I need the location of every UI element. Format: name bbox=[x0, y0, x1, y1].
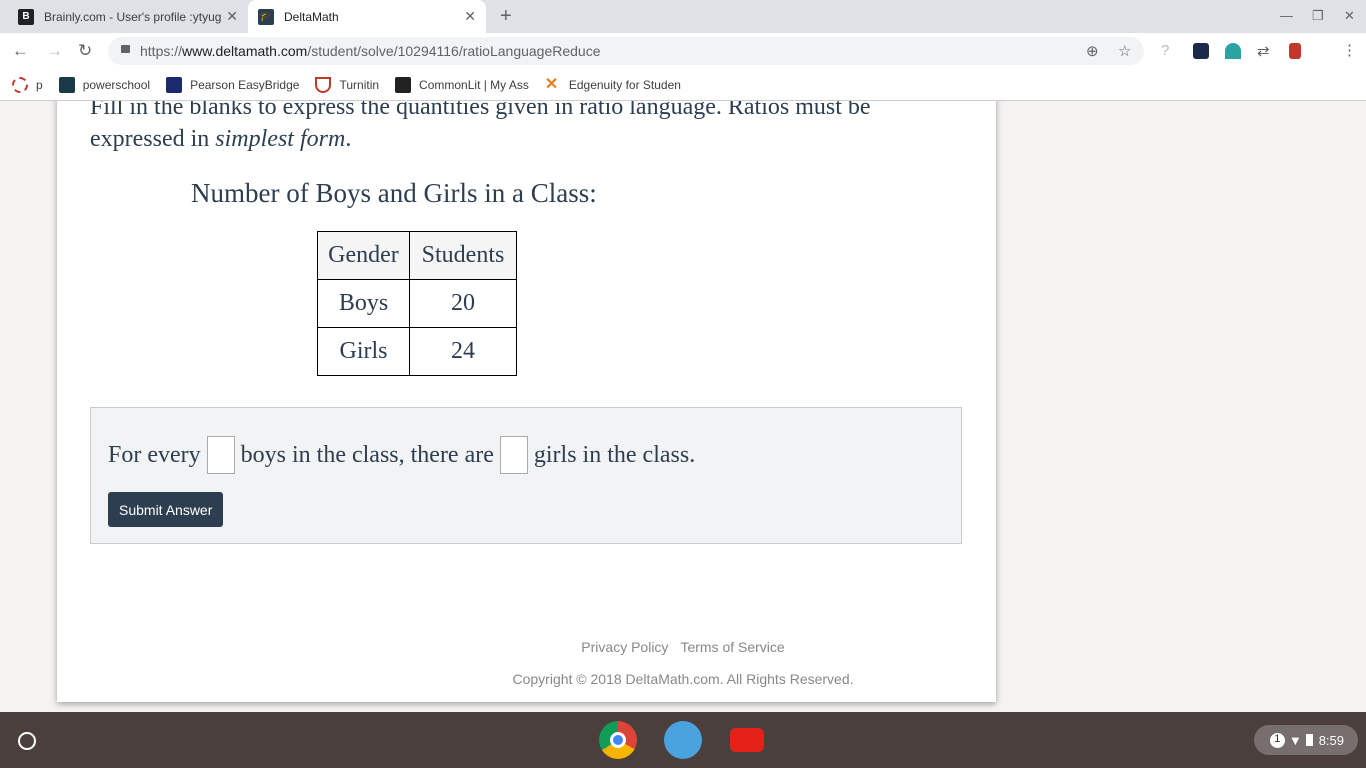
chrome-icon[interactable] bbox=[599, 721, 637, 759]
restore-icon[interactable]: ❐ bbox=[1312, 8, 1324, 24]
back-icon[interactable]: ← bbox=[12, 41, 29, 61]
zoom-icon[interactable]: ⊕ bbox=[1086, 42, 1099, 60]
bookmark-label: Pearson EasyBridge bbox=[190, 77, 300, 92]
boys-blank-input[interactable] bbox=[206, 436, 235, 474]
close-icon[interactable]: ✕ bbox=[226, 8, 238, 25]
tab-deltamath[interactable]: 🎓 DeltaMath ✕ bbox=[248, 0, 486, 33]
bookmark-label: CommonLit | My Ass bbox=[419, 77, 529, 92]
table-row: Boys 20 bbox=[317, 279, 517, 328]
privacy-policy-link[interactable]: Privacy Policy bbox=[581, 639, 668, 655]
footer: Privacy Policy Terms of Service Copyright… bbox=[0, 639, 1366, 687]
address-bar[interactable]: https://www.deltamath.com/student/solve/… bbox=[108, 37, 1144, 65]
copyright: Copyright © 2018 DeltaMath.com. All Righ… bbox=[512, 671, 854, 687]
bookmark-label: Turnitin bbox=[339, 77, 380, 92]
bookmark-icon bbox=[166, 76, 183, 93]
instructions-text: Fill in the blanks to express the quanti… bbox=[90, 101, 871, 152]
table-row: Girls 24 bbox=[317, 327, 517, 376]
instructions: Fill in the blanks to express the quanti… bbox=[90, 101, 950, 155]
edgenuity-icon: ✕ bbox=[544, 75, 559, 93]
url-path: /student/solve/10294116/ratioLanguageRed… bbox=[307, 43, 601, 59]
bookmark[interactable]: powerschool bbox=[58, 76, 151, 93]
reload-icon[interactable]: ↻ bbox=[78, 41, 92, 61]
extension-icon[interactable] bbox=[1225, 43, 1241, 59]
brainly-icon: B bbox=[18, 8, 34, 25]
youtube-icon[interactable] bbox=[730, 728, 764, 752]
bookmark[interactable]: CommonLit | My Ass bbox=[395, 76, 529, 93]
battery-icon bbox=[1305, 734, 1313, 746]
taskbar: 1 ▼ 8:59 bbox=[0, 712, 1366, 768]
bookmarks-bar: p powerschool Pearson EasyBridge Turniti… bbox=[0, 69, 1366, 101]
bookmark[interactable]: Pearson EasyBridge bbox=[166, 76, 300, 93]
menu-icon[interactable]: ⋮ bbox=[1342, 41, 1357, 59]
minimize-icon[interactable]: — bbox=[1280, 8, 1293, 23]
cell: Girls bbox=[317, 327, 410, 376]
lock-icon bbox=[121, 45, 130, 53]
answer-sentence: For every boys in the class, there are g… bbox=[108, 436, 695, 474]
instructions-emphasis: simplest form bbox=[215, 126, 346, 152]
tab-bar: B Brainly.com - User's profile :ytyug ✕ … bbox=[0, 0, 1366, 33]
bookmark-label: Edgenuity for Studen bbox=[568, 77, 681, 92]
forward-icon[interactable]: → bbox=[46, 41, 63, 61]
bookmark-icon bbox=[58, 76, 75, 93]
close-window-icon[interactable]: ✕ bbox=[1344, 8, 1355, 24]
problem-card: Fill in the blanks to express the quanti… bbox=[57, 101, 996, 702]
launcher-icon[interactable] bbox=[18, 732, 36, 750]
close-icon[interactable]: ✕ bbox=[464, 8, 476, 25]
answer-area: For every boys in the class, there are g… bbox=[90, 407, 962, 544]
page-content: Fill in the blanks to express the quanti… bbox=[0, 101, 1366, 712]
extension-icon[interactable]: ⇄ bbox=[1257, 42, 1270, 60]
wifi-icon: ▼ bbox=[1288, 732, 1302, 748]
sentence-text: girls in the class. bbox=[533, 441, 696, 468]
bookmark-icon bbox=[12, 76, 28, 93]
book-icon bbox=[395, 76, 412, 93]
url-host: www.deltamath.com bbox=[182, 43, 308, 59]
help-extension-icon[interactable]: ? bbox=[1161, 42, 1169, 59]
terms-link[interactable]: Terms of Service bbox=[680, 639, 784, 655]
toolbar: ← → ↻ https://www.deltamath.com/student/… bbox=[0, 33, 1366, 69]
instructions-text: . bbox=[345, 126, 352, 152]
app-icon[interactable] bbox=[664, 721, 702, 759]
bookmark[interactable]: p bbox=[12, 76, 43, 93]
extension-icon[interactable] bbox=[1289, 43, 1301, 59]
header-students: Students bbox=[409, 231, 517, 280]
cell: Boys bbox=[317, 279, 410, 328]
bookmark-label: powerschool bbox=[82, 77, 151, 92]
cell: 24 bbox=[409, 327, 517, 376]
data-table: Gender Students Boys 20 Girls 24 bbox=[317, 231, 517, 376]
system-tray[interactable]: 1 ▼ 8:59 bbox=[1254, 725, 1358, 755]
cell: 20 bbox=[409, 279, 517, 328]
bookmark[interactable]: ✕ Edgenuity for Studen bbox=[544, 75, 681, 93]
new-tab-icon[interactable]: + bbox=[500, 5, 512, 28]
header-gender: Gender bbox=[317, 231, 410, 280]
sentence-text: boys in the class, there are bbox=[240, 441, 494, 468]
tab-title: DeltaMath bbox=[284, 9, 339, 24]
bookmark-label: p bbox=[36, 77, 43, 92]
clock: 8:59 bbox=[1318, 732, 1344, 748]
bookmark-icon bbox=[315, 76, 332, 93]
mortarboard-icon: 🎓 bbox=[258, 8, 274, 25]
extension-icon[interactable] bbox=[1193, 43, 1209, 59]
tab-brainly[interactable]: B Brainly.com - User's profile :ytyug ✕ bbox=[8, 0, 248, 33]
sentence-text: For every bbox=[108, 441, 201, 468]
tab-title: Brainly.com - User's profile :ytyug bbox=[44, 9, 222, 24]
table-header-row: Gender Students bbox=[317, 231, 517, 280]
table-title: Number of Boys and Girls in a Class: bbox=[191, 178, 597, 208]
url-scheme: https:// bbox=[140, 43, 183, 59]
notification-badge: 1 bbox=[1269, 732, 1285, 748]
girls-blank-input[interactable] bbox=[499, 436, 528, 474]
star-icon[interactable]: ☆ bbox=[1118, 42, 1131, 60]
bookmark[interactable]: Turnitin bbox=[315, 76, 380, 93]
submit-answer-button[interactable]: Submit Answer bbox=[108, 492, 224, 527]
